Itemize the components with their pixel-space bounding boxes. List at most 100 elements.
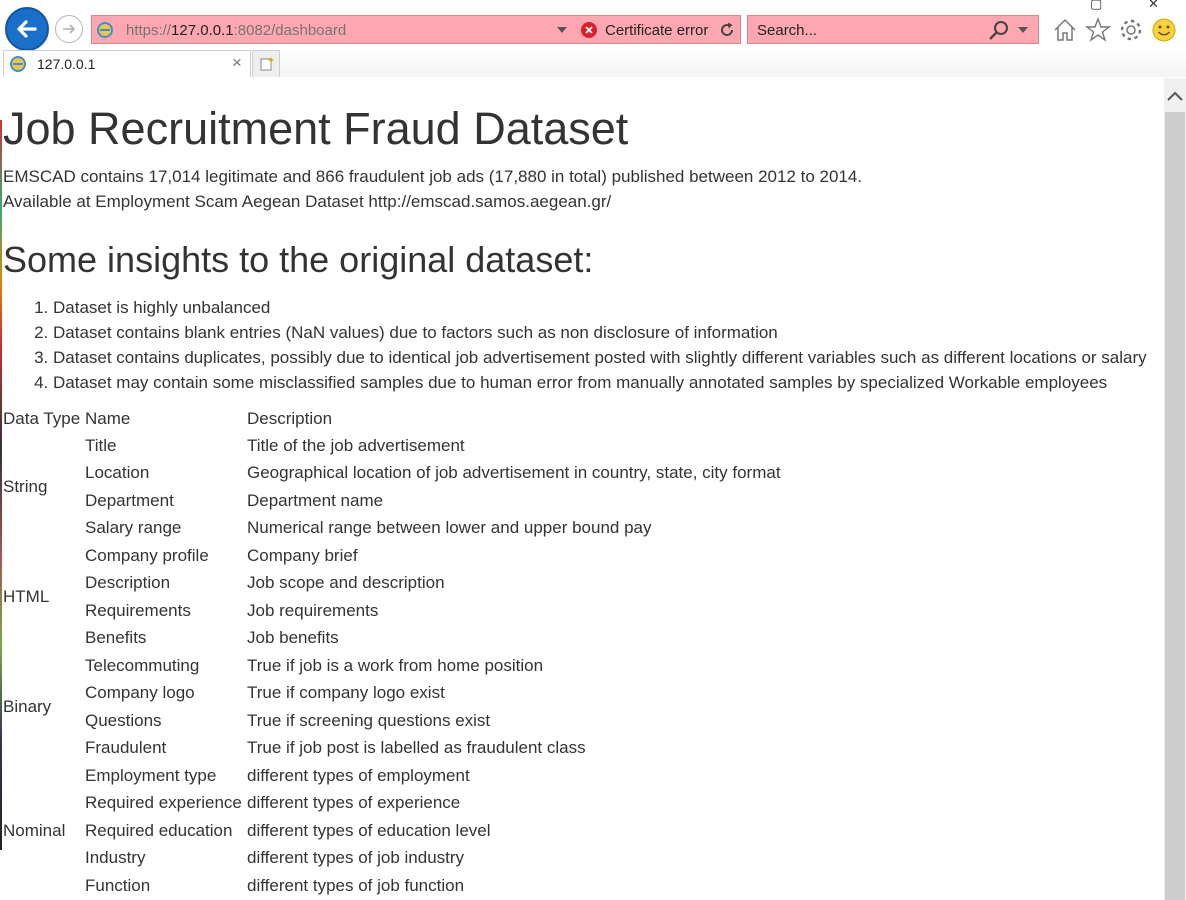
table-row: HTML Company profile Company brief [2, 542, 782, 606]
field-description-cell: Numerical range between lower and upper … [247, 518, 652, 538]
field-description-cell: different types of education level [247, 820, 491, 840]
field-name-cell: Telecommuting [85, 655, 200, 675]
data-type-cell: HTML [3, 587, 50, 606]
data-fields-table: Data Type Name Description String Title … [2, 406, 782, 900]
header-name: Name [85, 409, 131, 428]
page-title: Job Recruitment Fraud Dataset [3, 103, 629, 154]
field-description-cell: Job benefits [247, 628, 339, 648]
data-type-cell: String [3, 477, 48, 496]
field-name-cell: Employment type [85, 765, 217, 785]
field-name-cell: Industry [85, 848, 146, 868]
scroll-up-arrow-icon[interactable] [1164, 86, 1186, 106]
field-description-cell: Title of the job advertisement [247, 435, 465, 455]
table-row: Location Geographical location of job ad… [2, 460, 782, 488]
intro-paragraph: EMSCAD contains 17,014 legitimate and 86… [3, 167, 863, 186]
field-description-cell: True if company logo exist [247, 683, 445, 703]
address-dropdown-icon[interactable] [557, 27, 567, 33]
certificate-error-label[interactable]: Certificate error [605, 22, 708, 39]
field-name-cell: Fraudulent [85, 738, 167, 758]
header-data-type: Data Type [3, 409, 81, 428]
field-name-cell: Department [85, 490, 174, 510]
table-row: Description Job scope and description [2, 570, 782, 598]
table-row: Required experience different types of e… [2, 790, 782, 818]
field-name-cell: Description [85, 573, 171, 593]
table-header-row: Data Type Name Description [2, 406, 782, 432]
field-description-cell: Company brief [247, 545, 358, 565]
table-row: Requirements Job requirements [2, 597, 782, 625]
forward-button[interactable] [55, 15, 83, 43]
certificate-error-icon[interactable] [581, 22, 597, 38]
table-row: Salary range Numerical range between low… [2, 515, 782, 543]
refresh-icon[interactable] [717, 20, 737, 40]
field-name-cell: Salary range [85, 518, 182, 538]
new-tab-icon [260, 57, 274, 71]
favorites-star-icon[interactable] [1085, 17, 1111, 43]
field-description-cell: different types of experience [247, 793, 461, 813]
data-type-cell: Nominal [3, 820, 66, 840]
field-name-cell: Function [85, 875, 151, 895]
header-description: Description [247, 409, 333, 428]
field-name-cell: Requirements [85, 600, 191, 620]
url-text[interactable]: https://127.0.0.1:8082/dashboard [126, 22, 346, 39]
tab-close-icon[interactable]: × [232, 53, 242, 73]
table-row: Questions True if screening questions ex… [2, 707, 782, 735]
settings-gear-icon[interactable] [1118, 17, 1144, 43]
availability-paragraph: Available at Employment Scam Aegean Data… [3, 192, 612, 211]
ie-tab-icon [10, 56, 26, 72]
search-box[interactable]: Search... [747, 15, 1039, 44]
field-description-cell: different types of job function [247, 875, 465, 895]
field-description-cell: Geographical location of job advertiseme… [247, 463, 781, 483]
table-row: String Title Title of the job advertisem… [2, 432, 782, 496]
search-icon[interactable] [988, 20, 1010, 42]
table-row: Benefits Job benefits [2, 625, 782, 653]
restore-window-icon[interactable]: ▢ [1090, 0, 1102, 12]
search-dropdown-icon[interactable] [1018, 27, 1028, 33]
browser-chrome: https://127.0.0.1:8082/dashboard Certifi… [0, 0, 1186, 78]
feedback-smiley-icon[interactable] [1151, 17, 1177, 43]
field-description-cell: Job requirements [247, 600, 379, 620]
tab-strip [280, 50, 1186, 77]
field-name-cell: Benefits [85, 628, 147, 648]
search-input[interactable]: Search... [757, 22, 817, 39]
field-name-cell: Location [85, 463, 150, 483]
table-row: Function different types of job function [2, 872, 782, 900]
insight-item: Dataset contains blank entries (NaN valu… [53, 320, 1147, 345]
home-icon[interactable] [1052, 17, 1078, 43]
new-tab-button[interactable] [252, 50, 280, 77]
field-name-cell: Questions [85, 710, 162, 730]
back-button[interactable] [5, 7, 49, 51]
field-description-cell: Department name [247, 490, 384, 510]
page-content: Job Recruitment Fraud Dataset EMSCAD con… [0, 78, 1164, 900]
data-type-cell: Binary [3, 697, 52, 716]
close-window-icon[interactable]: ✕ [1148, 0, 1159, 12]
table-row: Required education different types of ed… [2, 817, 782, 845]
address-bar[interactable]: https://127.0.0.1:8082/dashboard Certifi… [91, 15, 741, 44]
arrow-right-icon [63, 24, 76, 34]
table-row: Fraudulent True if job post is labelled … [2, 735, 782, 763]
field-name-cell: Company profile [85, 545, 209, 565]
table-row: Industry different types of job industry [2, 845, 782, 873]
field-description-cell: True if screening questions exist [247, 710, 491, 730]
insights-heading: Some insights to the original dataset: [3, 239, 594, 280]
insight-item: Dataset is highly unbalanced [53, 295, 1147, 320]
field-description-cell: True if job is a work from home position [247, 655, 544, 675]
insights-list: Dataset is highly unbalanced Dataset con… [3, 295, 1147, 395]
ie-page-icon [97, 22, 113, 38]
table-row: Company logo True if company logo exist [2, 680, 782, 708]
field-description-cell: different types of job industry [247, 848, 465, 868]
arrow-left-icon [17, 20, 37, 38]
field-name-cell: Title [85, 435, 117, 455]
vertical-scrollbar[interactable] [1164, 78, 1186, 900]
field-description-cell: Job scope and description [247, 573, 445, 593]
insight-item: Dataset contains duplicates, possibly du… [53, 345, 1147, 370]
table-row: Binary Telecommuting True if job is a wo… [2, 652, 782, 716]
table-row: Department Department name [2, 487, 782, 515]
tab-label: 127.0.0.1 [37, 56, 96, 72]
scrollbar-thumb[interactable] [1165, 112, 1185, 900]
field-name-cell: Required experience [85, 793, 242, 813]
field-name-cell: Required education [85, 820, 233, 840]
tab-127-0-0-1[interactable]: 127.0.0.1 × [3, 50, 251, 77]
table-row: Nominal Employment type different types … [2, 762, 782, 840]
field-name-cell: Company logo [85, 683, 195, 703]
insight-item: Dataset may contain some misclassified s… [53, 370, 1147, 395]
